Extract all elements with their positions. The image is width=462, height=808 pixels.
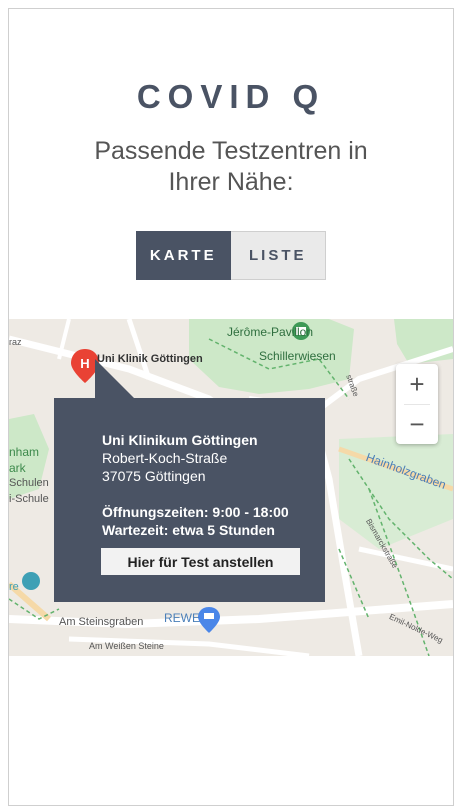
app-title: COVID Q (136, 78, 326, 115)
popup-details: Uni Klinikum Göttingen Robert-Koch-Straß… (102, 431, 289, 539)
zoom-in-button[interactable]: + (396, 364, 438, 404)
ark-label: ark (9, 461, 26, 475)
jerome-pavillon-label: Jérôme-Pavillon (227, 325, 314, 339)
center-city: 37075 Göttingen (102, 468, 206, 484)
subtitle-line-2: Ihrer Nähe: (168, 168, 294, 196)
poi-icon (22, 572, 40, 590)
view-toggle: KARTE LISTE (136, 231, 326, 280)
book-test-button[interactable]: Hier für Test anstellen (101, 548, 300, 575)
schulen-label: Schulen (9, 477, 49, 489)
popup-pointer (95, 359, 135, 399)
subtitle-line-1: Passende Testzentren in (94, 137, 368, 165)
center-street: Robert-Koch-Straße (102, 450, 228, 466)
rewe-label: REWE (164, 611, 200, 625)
page-subtitle: Passende Testzentren in Ihrer Nähe: (60, 136, 402, 198)
raz-label: raz (9, 337, 22, 347)
schillerwiesen-label: Schillerwiesen (259, 349, 336, 363)
zoom-out-button[interactable]: − (396, 404, 438, 444)
map-view-button[interactable]: KARTE (136, 231, 231, 280)
schule-label: i-Schule (9, 493, 49, 505)
center-name: Uni Klinikum Göttingen (102, 432, 258, 448)
zoom-control: + − (396, 364, 438, 444)
zoom-divider (404, 404, 430, 405)
list-view-button[interactable]: LISTE (230, 231, 326, 280)
map[interactable]: H Uni Klinik Göttingen Jérôme-Pavillon S… (9, 319, 453, 656)
opening-hours: Öffnungszeiten: 9:00 - 18:00 (102, 504, 289, 520)
popup-spacer (102, 485, 289, 503)
waiting-time: Wartezeit: etwa 5 Stunden (102, 522, 275, 538)
weissen-steine-label: Am Weißen Steine (89, 641, 164, 651)
nham-label: nham (9, 445, 40, 459)
svg-text:H: H (80, 356, 89, 371)
test-center-popup: Uni Klinikum Göttingen Robert-Koch-Straß… (54, 398, 325, 602)
re-label: re (9, 581, 19, 593)
steinsgraben-label: Am Steinsgraben (59, 616, 144, 628)
